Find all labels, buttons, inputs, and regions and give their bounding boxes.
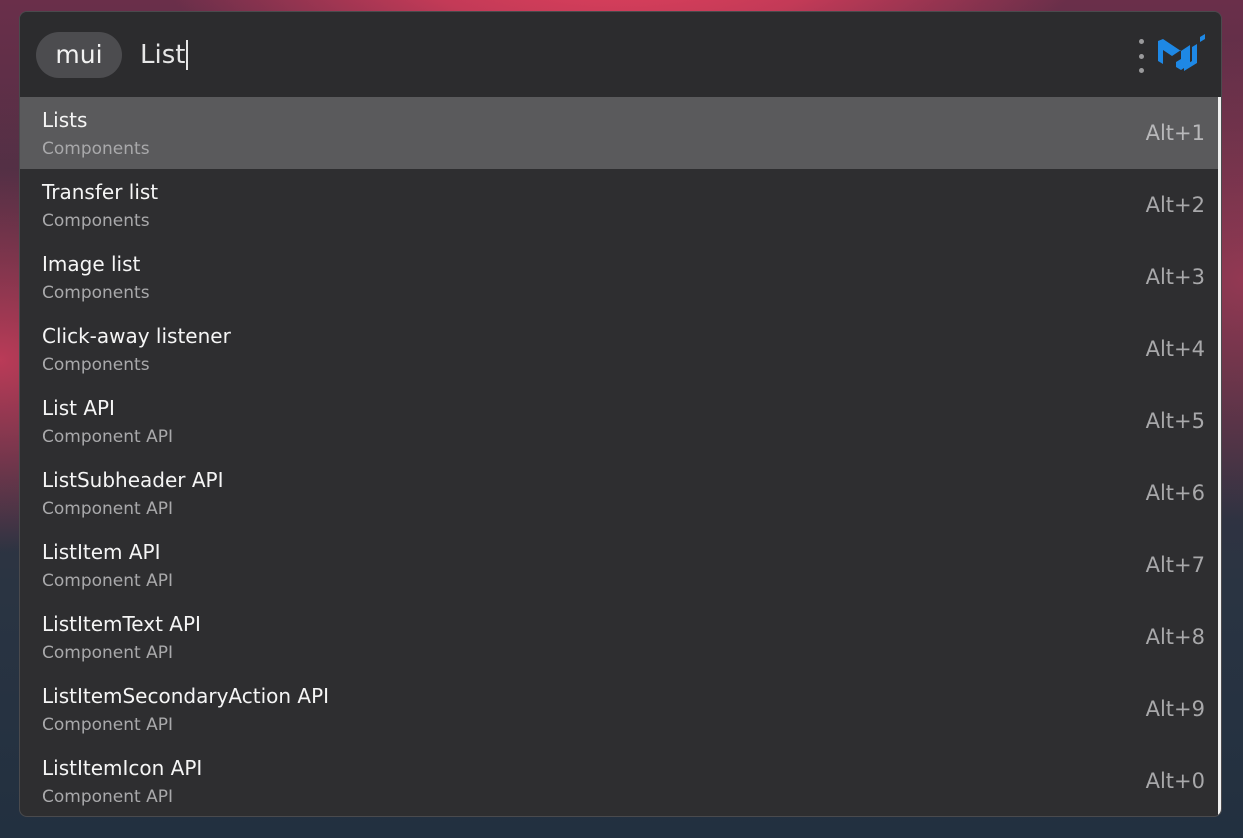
result-title: ListItemSecondaryAction API xyxy=(42,684,330,708)
result-shortcut: Alt+9 xyxy=(1145,697,1205,721)
result-title: ListItemText API xyxy=(42,612,201,636)
result-shortcut: Alt+1 xyxy=(1145,121,1205,145)
result-title: Click-away listener xyxy=(42,324,231,348)
search-query-text: List xyxy=(140,40,186,70)
result-item[interactable]: ListItemText API Component API Alt+8 xyxy=(20,601,1218,673)
result-item[interactable]: List API Component API Alt+5 xyxy=(20,385,1218,457)
result-item[interactable]: Lists Components Alt+1 xyxy=(20,97,1218,169)
result-title: Lists xyxy=(42,108,88,132)
result-shortcut: Alt+3 xyxy=(1145,265,1205,289)
result-item[interactable]: ListItemIcon API Component API Alt+0 xyxy=(20,745,1218,816)
plugin-prefix-pill[interactable]: mui xyxy=(36,32,122,78)
result-title: Transfer list xyxy=(42,180,159,204)
scrollbar[interactable] xyxy=(1218,97,1221,816)
result-shortcut: Alt+0 xyxy=(1145,769,1205,793)
result-shortcut: Alt+4 xyxy=(1145,337,1205,361)
result-item[interactable]: Click-away listener Components Alt+4 xyxy=(20,313,1218,385)
result-category: Component API xyxy=(42,787,173,807)
result-item[interactable]: ListSubheader API Component API Alt+6 xyxy=(20,457,1218,529)
result-shortcut: Alt+8 xyxy=(1145,625,1205,649)
result-title: ListItemIcon API xyxy=(42,756,203,780)
results-list: Lists Components Alt+1 Transfer list Compone… xyxy=(20,97,1218,816)
result-title: ListSubheader API xyxy=(42,468,224,492)
launcher-window: mui List Lists Components Alt+1 Transfer li… xyxy=(19,11,1222,817)
more-vertical-icon[interactable] xyxy=(1137,39,1145,73)
mui-logo-icon xyxy=(1158,34,1205,71)
result-shortcut: Alt+7 xyxy=(1145,553,1205,577)
result-category: Component API xyxy=(42,715,173,735)
result-shortcut: Alt+5 xyxy=(1145,409,1205,433)
result-category: Component API xyxy=(42,499,173,519)
result-category: Component API xyxy=(42,427,173,447)
result-title: ListItem API xyxy=(42,540,161,564)
result-category: Components xyxy=(42,139,150,159)
result-item[interactable]: Transfer list Components Alt+2 xyxy=(20,169,1218,241)
text-caret xyxy=(186,40,189,70)
result-category: Components xyxy=(42,355,150,375)
search-input[interactable]: List xyxy=(140,34,189,76)
result-title: Image list xyxy=(42,252,141,276)
result-shortcut: Alt+2 xyxy=(1145,193,1205,217)
result-shortcut: Alt+6 xyxy=(1145,481,1205,505)
result-item[interactable]: Image list Components Alt+3 xyxy=(20,241,1218,313)
search-bar: mui List xyxy=(20,12,1221,97)
result-category: Components xyxy=(42,211,150,231)
result-item[interactable]: ListItemSecondaryAction API Component API… xyxy=(20,673,1218,745)
result-category: Component API xyxy=(42,643,173,663)
result-category: Component API xyxy=(42,571,173,591)
result-title: List API xyxy=(42,396,115,420)
result-category: Components xyxy=(42,283,150,303)
result-item[interactable]: ListItem API Component API Alt+7 xyxy=(20,529,1218,601)
